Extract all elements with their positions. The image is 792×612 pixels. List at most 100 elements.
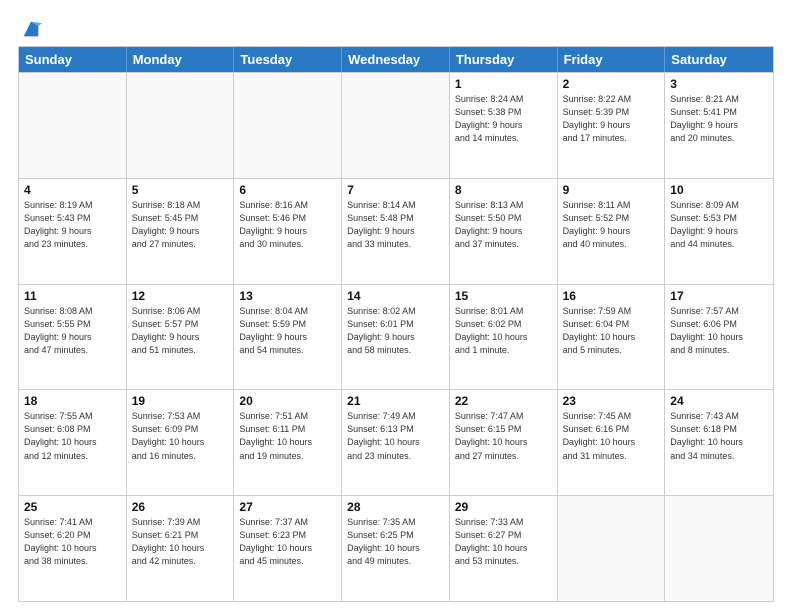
cal-header-cell-thursday: Thursday <box>450 47 558 72</box>
day-number: 14 <box>347 289 444 303</box>
day-info: Sunrise: 8:22 AM Sunset: 5:39 PM Dayligh… <box>563 93 660 145</box>
day-number: 17 <box>670 289 768 303</box>
cal-cell: 29Sunrise: 7:33 AM Sunset: 6:27 PM Dayli… <box>450 496 558 601</box>
cal-cell: 19 Sunrise: 7:53 AM Sunset: 6:09 PM Dayli… <box>127 390 235 495</box>
cal-row-2: 11 Sunrise: 8:08 AM Sunset: 5:55 PM Dayli… <box>19 284 773 390</box>
cal-cell: 14 Sunrise: 8:02 AM Sunset: 6:01 PM Dayli… <box>342 285 450 390</box>
cal-cell: 1 Sunrise: 8:24 AM Sunset: 5:38 PM Daylig… <box>450 73 558 178</box>
logo <box>18 18 42 36</box>
cal-cell: 13 Sunrise: 8:04 AM Sunset: 5:59 PM Dayli… <box>234 285 342 390</box>
day-info: Sunrise: 8:14 AM Sunset: 5:48 PM Dayligh… <box>347 199 444 251</box>
day-number: 2 <box>563 77 660 91</box>
cal-cell: 12 Sunrise: 8:06 AM Sunset: 5:57 PM Dayli… <box>127 285 235 390</box>
day-info: Sunrise: 8:21 AM Sunset: 5:41 PM Dayligh… <box>670 93 768 145</box>
day-info: Sunrise: 8:08 AM Sunset: 5:55 PM Dayligh… <box>24 305 121 357</box>
cal-cell: 10 Sunrise: 8:09 AM Sunset: 5:53 PM Dayli… <box>665 179 773 284</box>
day-info: Sunrise: 7:45 AM Sunset: 6:16 PM Dayligh… <box>563 410 660 462</box>
day-number: 3 <box>670 77 768 91</box>
day-number: 11 <box>24 289 121 303</box>
cal-cell: 6 Sunrise: 8:16 AM Sunset: 5:46 PM Daylig… <box>234 179 342 284</box>
day-info: Sunrise: 8:02 AM Sunset: 6:01 PM Dayligh… <box>347 305 444 357</box>
day-info: Sunrise: 8:19 AM Sunset: 5:43 PM Dayligh… <box>24 199 121 251</box>
day-info: Sunrise: 7:51 AM Sunset: 6:11 PM Dayligh… <box>239 410 336 462</box>
cal-header-cell-sunday: Sunday <box>19 47 127 72</box>
cal-cell: 18 Sunrise: 7:55 AM Sunset: 6:08 PM Dayli… <box>19 390 127 495</box>
calendar-body: 1 Sunrise: 8:24 AM Sunset: 5:38 PM Daylig… <box>19 72 773 601</box>
day-number: 7 <box>347 183 444 197</box>
cal-row-4: 25Sunrise: 7:41 AM Sunset: 6:20 PM Dayli… <box>19 495 773 601</box>
day-number: 18 <box>24 394 121 408</box>
cal-cell: 24 Sunrise: 7:43 AM Sunset: 6:18 PM Dayli… <box>665 390 773 495</box>
cal-cell: 8 Sunrise: 8:13 AM Sunset: 5:50 PM Daylig… <box>450 179 558 284</box>
day-number: 6 <box>239 183 336 197</box>
day-number: 4 <box>24 183 121 197</box>
cal-cell: 26Sunrise: 7:39 AM Sunset: 6:21 PM Dayli… <box>127 496 235 601</box>
day-number: 13 <box>239 289 336 303</box>
cal-row-1: 4 Sunrise: 8:19 AM Sunset: 5:43 PM Daylig… <box>19 178 773 284</box>
day-info: Sunrise: 7:57 AM Sunset: 6:06 PM Dayligh… <box>670 305 768 357</box>
day-number: 16 <box>563 289 660 303</box>
day-info: Sunrise: 8:06 AM Sunset: 5:57 PM Dayligh… <box>132 305 229 357</box>
cal-header-cell-wednesday: Wednesday <box>342 47 450 72</box>
day-number: 27 <box>239 500 336 514</box>
day-number: 23 <box>563 394 660 408</box>
cal-cell <box>665 496 773 601</box>
day-info: Sunrise: 7:59 AM Sunset: 6:04 PM Dayligh… <box>563 305 660 357</box>
day-number: 8 <box>455 183 552 197</box>
page: SundayMondayTuesdayWednesdayThursdayFrid… <box>0 0 792 612</box>
day-number: 28 <box>347 500 444 514</box>
cal-row-0: 1 Sunrise: 8:24 AM Sunset: 5:38 PM Daylig… <box>19 72 773 178</box>
day-number: 26 <box>132 500 229 514</box>
cal-cell: 11 Sunrise: 8:08 AM Sunset: 5:55 PM Dayli… <box>19 285 127 390</box>
cal-cell <box>342 73 450 178</box>
logo-icon <box>20 18 42 40</box>
day-info: Sunrise: 7:53 AM Sunset: 6:09 PM Dayligh… <box>132 410 229 462</box>
cal-cell: 22 Sunrise: 7:47 AM Sunset: 6:15 PM Dayli… <box>450 390 558 495</box>
day-number: 21 <box>347 394 444 408</box>
day-info: Sunrise: 8:13 AM Sunset: 5:50 PM Dayligh… <box>455 199 552 251</box>
day-number: 9 <box>563 183 660 197</box>
day-info: Sunrise: 7:33 AM Sunset: 6:27 PM Dayligh… <box>455 516 552 568</box>
cal-cell: 27 Sunrise: 7:37 AM Sunset: 6:23 PM Dayli… <box>234 496 342 601</box>
cal-cell: 17 Sunrise: 7:57 AM Sunset: 6:06 PM Dayli… <box>665 285 773 390</box>
cal-row-3: 18 Sunrise: 7:55 AM Sunset: 6:08 PM Dayli… <box>19 389 773 495</box>
day-number: 5 <box>132 183 229 197</box>
cal-cell: 16 Sunrise: 7:59 AM Sunset: 6:04 PM Dayli… <box>558 285 666 390</box>
day-info: Sunrise: 8:09 AM Sunset: 5:53 PM Dayligh… <box>670 199 768 251</box>
cal-cell: 5Sunrise: 8:18 AM Sunset: 5:45 PM Daylig… <box>127 179 235 284</box>
cal-cell <box>234 73 342 178</box>
cal-cell: 21 Sunrise: 7:49 AM Sunset: 6:13 PM Dayli… <box>342 390 450 495</box>
day-info: Sunrise: 8:16 AM Sunset: 5:46 PM Dayligh… <box>239 199 336 251</box>
calendar-header-row: SundayMondayTuesdayWednesdayThursdayFrid… <box>19 47 773 72</box>
day-info: Sunrise: 7:35 AM Sunset: 6:25 PM Dayligh… <box>347 516 444 568</box>
cal-header-cell-friday: Friday <box>558 47 666 72</box>
day-number: 1 <box>455 77 552 91</box>
cal-header-cell-tuesday: Tuesday <box>234 47 342 72</box>
day-number: 19 <box>132 394 229 408</box>
cal-cell: 25Sunrise: 7:41 AM Sunset: 6:20 PM Dayli… <box>19 496 127 601</box>
day-info: Sunrise: 8:04 AM Sunset: 5:59 PM Dayligh… <box>239 305 336 357</box>
day-info: Sunrise: 7:49 AM Sunset: 6:13 PM Dayligh… <box>347 410 444 462</box>
calendar: SundayMondayTuesdayWednesdayThursdayFrid… <box>18 46 774 602</box>
day-info: Sunrise: 7:55 AM Sunset: 6:08 PM Dayligh… <box>24 410 121 462</box>
day-number: 24 <box>670 394 768 408</box>
day-info: Sunrise: 7:47 AM Sunset: 6:15 PM Dayligh… <box>455 410 552 462</box>
day-number: 12 <box>132 289 229 303</box>
cal-cell: 7 Sunrise: 8:14 AM Sunset: 5:48 PM Daylig… <box>342 179 450 284</box>
cal-cell: 15Sunrise: 8:01 AM Sunset: 6:02 PM Dayli… <box>450 285 558 390</box>
cal-cell <box>127 73 235 178</box>
header <box>18 18 774 36</box>
day-info: Sunrise: 7:43 AM Sunset: 6:18 PM Dayligh… <box>670 410 768 462</box>
cal-cell: 3 Sunrise: 8:21 AM Sunset: 5:41 PM Daylig… <box>665 73 773 178</box>
day-info: Sunrise: 8:11 AM Sunset: 5:52 PM Dayligh… <box>563 199 660 251</box>
day-number: 22 <box>455 394 552 408</box>
day-info: Sunrise: 7:41 AM Sunset: 6:20 PM Dayligh… <box>24 516 121 568</box>
cal-header-cell-monday: Monday <box>127 47 235 72</box>
day-number: 10 <box>670 183 768 197</box>
cal-cell <box>19 73 127 178</box>
day-info: Sunrise: 8:01 AM Sunset: 6:02 PM Dayligh… <box>455 305 552 357</box>
cal-cell: 28 Sunrise: 7:35 AM Sunset: 6:25 PM Dayli… <box>342 496 450 601</box>
day-info: Sunrise: 8:24 AM Sunset: 5:38 PM Dayligh… <box>455 93 552 145</box>
cal-cell: 9 Sunrise: 8:11 AM Sunset: 5:52 PM Daylig… <box>558 179 666 284</box>
day-info: Sunrise: 7:37 AM Sunset: 6:23 PM Dayligh… <box>239 516 336 568</box>
